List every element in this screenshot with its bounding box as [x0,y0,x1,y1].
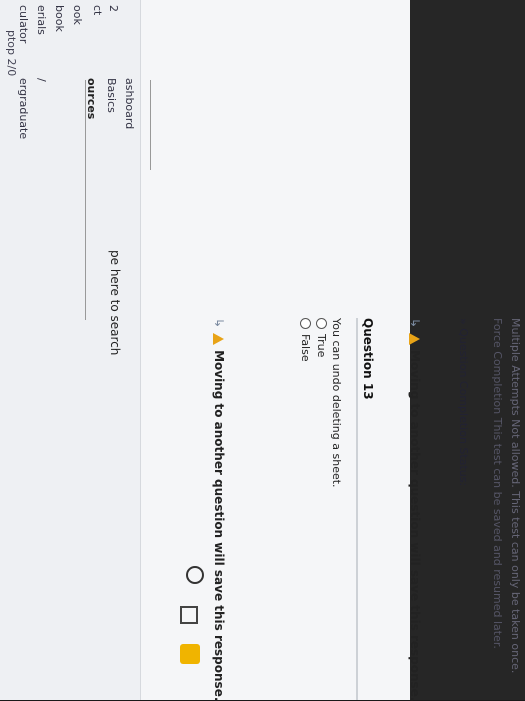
task-view-icon[interactable] [180,606,198,624]
cortana-icon[interactable] [186,566,204,584]
save-warning-top: ↳ Moving to another question will save t… [408,318,422,701]
sidebar-item-4[interactable]: ook [71,5,84,25]
completion-status[interactable]: » Question Completion Status: [457,318,470,486]
warning-icon [213,333,225,346]
option-false[interactable]: False [299,318,312,362]
option-false-label: False [299,334,312,362]
app-icon-yellow[interactable] [180,644,200,664]
arrow-icon: ↳ [408,318,422,329]
sidebar-item-10[interactable]: Basics [105,78,118,113]
sidebar-item-6[interactable]: 2 [107,5,120,12]
radio-true[interactable] [316,318,327,329]
warning-icon [409,333,421,346]
sidebar-item-1[interactable]: culator [17,5,30,43]
option-true[interactable]: True [315,318,328,357]
attempts-info: Multiple Attempts Not allowed. This test… [509,318,522,674]
collapse-icon[interactable]: » [457,318,470,328]
taskbar-search[interactable]: pe here to search [108,250,122,355]
screen: ptop 2/0 culator erials book ook ct 2 er… [0,0,525,701]
question-text: You can undo deleting a sheet. [330,318,343,488]
sidebar-item-7[interactable]: ergraduate [17,78,30,139]
sidebar-divider-2 [150,80,151,170]
question-title: Question 13 [361,318,375,400]
sidebar-item-9: ources [85,78,98,120]
sidebar-item-3[interactable]: book [53,5,66,32]
completion-status-label: Question Completion Status: [457,328,470,487]
warning-text: Moving to another question will save thi… [212,350,226,701]
arrow-icon: ↳ [212,318,226,329]
question-divider [356,318,358,700]
sidebar-item-5[interactable]: ct [91,5,104,15]
sidebar-item-2[interactable]: erials [35,5,48,35]
option-true-label: True [315,334,328,358]
force-completion-info: Force Completion This test can be saved … [491,318,504,649]
radio-false[interactable] [300,318,311,329]
warning-text: Moving to another question will save thi… [408,350,422,701]
sidebar-item-8[interactable]: / [35,78,48,82]
save-warning-bottom: ↳ Moving to another question will save t… [212,318,226,701]
sidebar-item-11[interactable]: ashboard [123,78,136,129]
